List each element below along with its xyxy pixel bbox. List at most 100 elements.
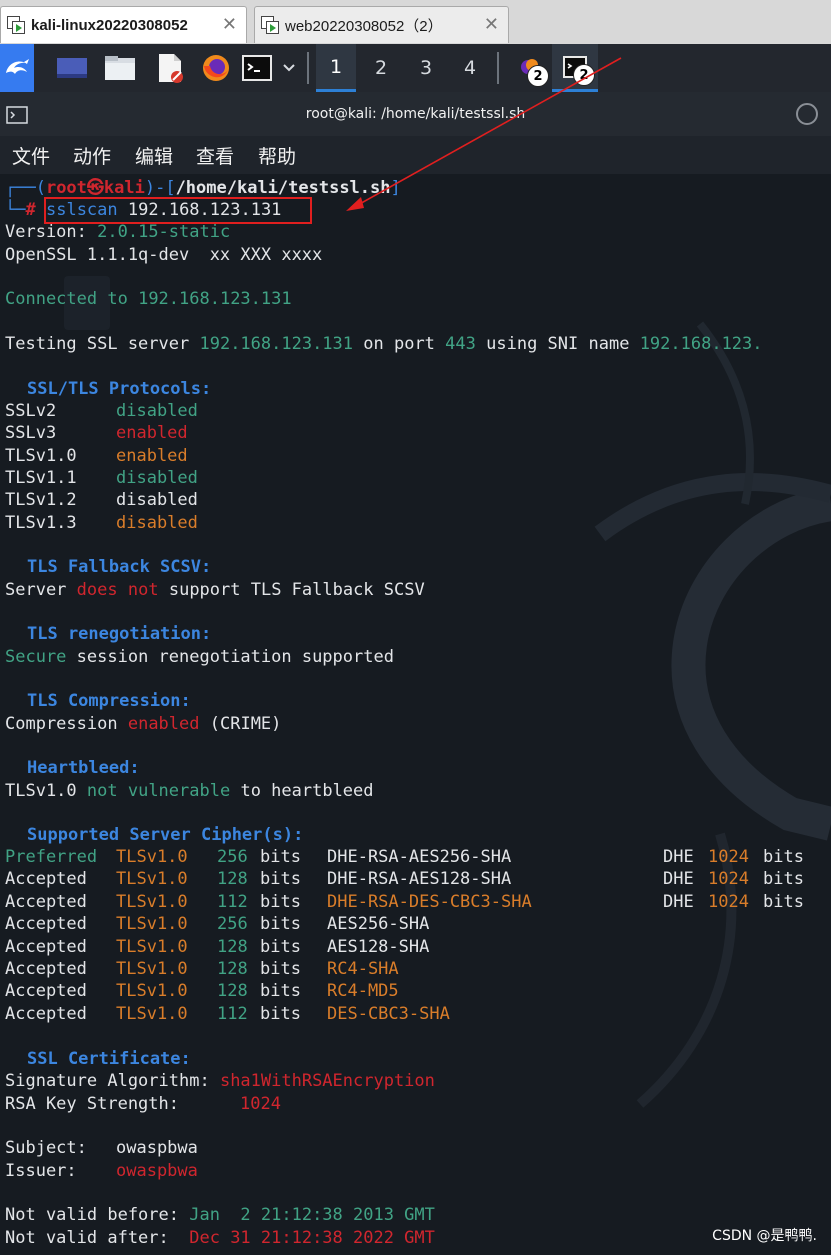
protocol-name: TLSv1.1 <box>5 468 77 488</box>
close-icon[interactable]: ✕ <box>484 14 499 35</box>
protocol-row: TLSv1.0 enabled <box>5 445 188 467</box>
version-label: Version: <box>5 222 87 242</box>
renegotiation-line: Secure session renegotiation supported <box>5 646 394 668</box>
protocol-row: TLSv1.1 disabled <box>5 467 198 489</box>
prompt-hash: # <box>25 200 36 220</box>
protocols-heading: SSL/TLS Protocols: <box>27 379 212 399</box>
key-exchange: DHE <box>663 869 694 890</box>
file-manager-icon[interactable] <box>100 44 140 92</box>
vm-icon <box>261 16 279 34</box>
taskbar-app-group[interactable]: 2 <box>508 44 554 92</box>
not-before-value: Jan 2 21:12:38 2013 GMT <box>189 1205 435 1225</box>
taskbar-terminal-group[interactable]: 2 <box>552 44 598 92</box>
text-editor-icon[interactable] <box>150 44 190 92</box>
kali-top-panel: 1 2 3 4 2 2 <box>0 44 831 93</box>
testing-text: using SNI name <box>486 334 630 354</box>
firefox-icon[interactable] <box>196 44 236 92</box>
version-value: 2.0.15-static <box>97 222 231 242</box>
testing-ip: 192.168.123.131 <box>199 334 354 354</box>
cipher-row: Accepted TLSv1.0 128 bits RC4-MD5 <box>5 980 803 1002</box>
menu-action[interactable]: 动作 <box>73 142 111 169</box>
annotation-highlight-box <box>44 197 312 224</box>
compression-text: (CRIME) <box>209 714 282 734</box>
key-exchange-bits-word: bits <box>763 891 804 912</box>
protocol-name: TLSv1.0 <box>5 446 77 466</box>
window-count-badge: 2 <box>573 64 595 86</box>
minimize-circle-icon[interactable] <box>796 103 818 125</box>
fallback-text: support TLS Fallback SCSV <box>168 580 425 600</box>
cipher-name: AES256-SHA <box>327 914 430 935</box>
workspace-2[interactable]: 2 <box>361 44 401 92</box>
cipher-bits: 128 <box>217 869 248 890</box>
vm-tab-bar: kali-linux20220308052 ✕ web20220308052（2… <box>0 0 831 45</box>
prompt-frame: └─ <box>5 200 26 220</box>
connected-line: Connected to 192.168.123.131 <box>5 288 292 310</box>
csdn-watermark: CSDN @是鸭鸭. <box>712 1228 817 1244</box>
protocol-row: TLSv1.2 disabled <box>5 489 198 511</box>
menu-file[interactable]: 文件 <box>12 142 50 169</box>
workspace-4[interactable]: 4 <box>450 44 490 92</box>
show-desktop-icon[interactable] <box>52 44 92 92</box>
not-before-line: Not valid before: Jan 2 21:12:38 2013 GM… <box>5 1204 435 1226</box>
vm-icon <box>7 16 25 34</box>
cipher-protocol: TLSv1.0 <box>116 959 188 979</box>
compression-heading: TLS Compression: <box>27 691 191 711</box>
cipher-row: Accepted TLSv1.0 128 bits RC4-SHA <box>5 958 803 980</box>
cipher-protocol: TLSv1.0 <box>116 847 188 867</box>
subject-label: Subject: <box>5 1138 87 1158</box>
cipher-protocol: TLSv1.0 <box>116 891 188 912</box>
openssl-line: OpenSSL 1.1.1q-dev xx XXX xxxx <box>5 245 323 265</box>
prompt-frame: )-[ <box>144 178 176 198</box>
connected-ip: 192.168.123.131 <box>138 289 292 309</box>
subject-line: Subject: owaspbwa <box>5 1137 198 1159</box>
terminal-launcher-icon[interactable] <box>240 44 274 92</box>
testing-sni: 192.168.123. <box>639 334 763 354</box>
signature-value: sha1WithRSAEncryption <box>219 1071 435 1091</box>
vm-tab-kali[interactable]: kali-linux20220308052 ✕ <box>0 6 247 43</box>
close-icon[interactable]: ✕ <box>222 14 237 35</box>
workspace-3[interactable]: 3 <box>406 44 446 92</box>
window-title: root@kali: /home/kali/testssl.sh <box>305 106 526 122</box>
cipher-row: Preferred TLSv1.0 256 bits DHE-RSA-AES256-SH… <box>5 846 804 868</box>
cipher-bits-word: bits <box>260 936 301 957</box>
vm-tab-label: kali-linux20220308052 <box>31 16 188 34</box>
window-count-badge: 2 <box>527 65 549 87</box>
issuer-value: owaspbwa <box>116 1161 198 1181</box>
certificate-heading: SSL Certificate: <box>27 1049 191 1069</box>
menu-view[interactable]: 查看 <box>196 142 234 169</box>
key-exchange: DHE <box>663 847 694 867</box>
terminal-output[interactable]: ┌──(root㉿kali)-[/home/kali/testssl.sh] └… <box>0 174 831 1255</box>
cipher-row: Accepted TLSv1.0 112 bits DES-CBC3-SHA <box>5 1003 803 1025</box>
testing-line: Testing SSL server 192.168.123.131 on po… <box>5 333 763 355</box>
cipher-protocol: TLSv1.0 <box>116 914 188 935</box>
chevron-down-icon[interactable] <box>278 44 300 92</box>
compression-line: Compression enabled (CRIME) <box>5 713 281 735</box>
compression-enabled: enabled <box>127 714 200 734</box>
terminal-menubar: 文件 动作 编辑 查看 帮助 <box>0 136 831 174</box>
fallback-line: Server does not support TLS Fallback SCS… <box>5 579 425 601</box>
cipher-row: Accepted TLSv1.0 256 bits AES256-SHA <box>5 913 803 935</box>
workspace-1[interactable]: 1 <box>316 44 356 92</box>
cipher-protocol: TLSv1.0 <box>116 936 188 957</box>
cipher-bits-word: bits <box>260 847 301 867</box>
heartbleed-heading: Heartbleed: <box>27 758 140 778</box>
issuer-label: Issuer: <box>5 1161 77 1181</box>
cipher-protocol: TLSv1.0 <box>116 869 188 890</box>
kali-menu-icon[interactable] <box>0 44 34 92</box>
cipher-bits-word: bits <box>260 981 301 1002</box>
cipher-bits-word: bits <box>260 914 301 935</box>
testing-port: 443 <box>445 334 476 354</box>
vm-tab-web[interactable]: web20220308052（2） ✕ <box>254 6 509 43</box>
menu-help[interactable]: 帮助 <box>258 142 296 169</box>
signature-line: Signature Algorithm: sha1WithRSAEncrypti… <box>5 1070 435 1092</box>
prompt-line-1: ┌──(root㉿kali)-[/home/kali/testssl.sh] <box>5 177 401 199</box>
heartbleed-text: to heartbleed <box>240 781 374 801</box>
not-after-label: Not valid after: <box>5 1228 169 1248</box>
prompt-frame: ┌──( <box>5 178 46 198</box>
subject-value: owaspbwa <box>116 1138 198 1158</box>
cipher-status: Accepted <box>5 981 87 1002</box>
key-exchange: DHE <box>663 891 694 912</box>
menu-edit[interactable]: 编辑 <box>135 142 173 169</box>
cipher-status: Preferred <box>5 847 98 867</box>
protocol-status: disabled <box>116 401 198 421</box>
